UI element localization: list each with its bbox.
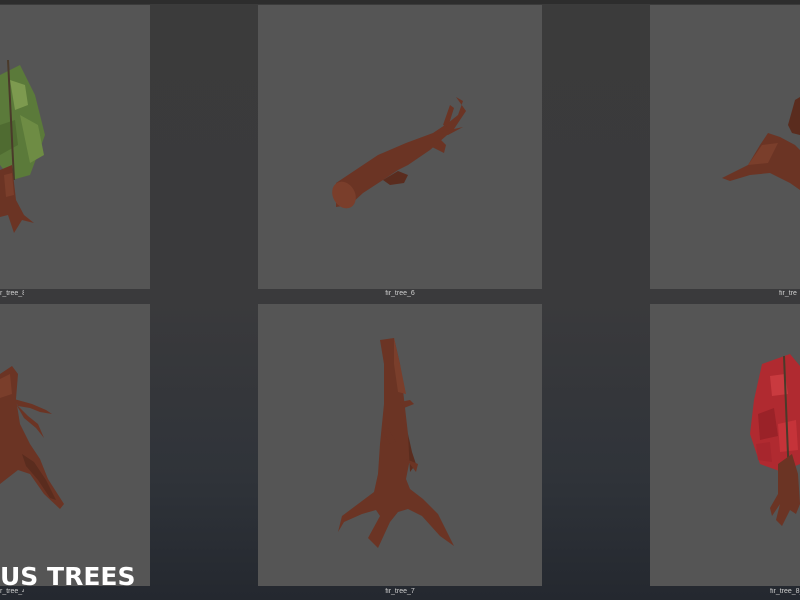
thumbnail-card[interactable]: [258, 5, 542, 289]
thumbnail-label: fir_tree_8_: [770, 588, 800, 595]
thumbnail-card[interactable]: [650, 5, 800, 289]
thumbnail-label: fir_tree_6: [385, 290, 415, 297]
tree-model-preview: [750, 354, 800, 526]
tree-model-preview: [0, 59, 45, 233]
tree-model-preview: [722, 97, 800, 190]
footer-caption: [340, 593, 460, 600]
top-strip: [0, 0, 800, 4]
thumbnail-card[interactable]: [0, 5, 150, 289]
thumbnail-label: fir_tre: [779, 290, 797, 297]
thumbnail-label: r_tree_8: [0, 290, 24, 297]
tree-model-preview: [0, 366, 64, 509]
tree-model-preview: [332, 97, 466, 209]
tree-model-preview: [338, 338, 454, 548]
thumbnail-card[interactable]: [0, 304, 150, 586]
thumbnail-card[interactable]: [258, 304, 542, 586]
overlay-title: US TREES: [0, 562, 136, 591]
thumbnail-card[interactable]: [650, 304, 800, 586]
